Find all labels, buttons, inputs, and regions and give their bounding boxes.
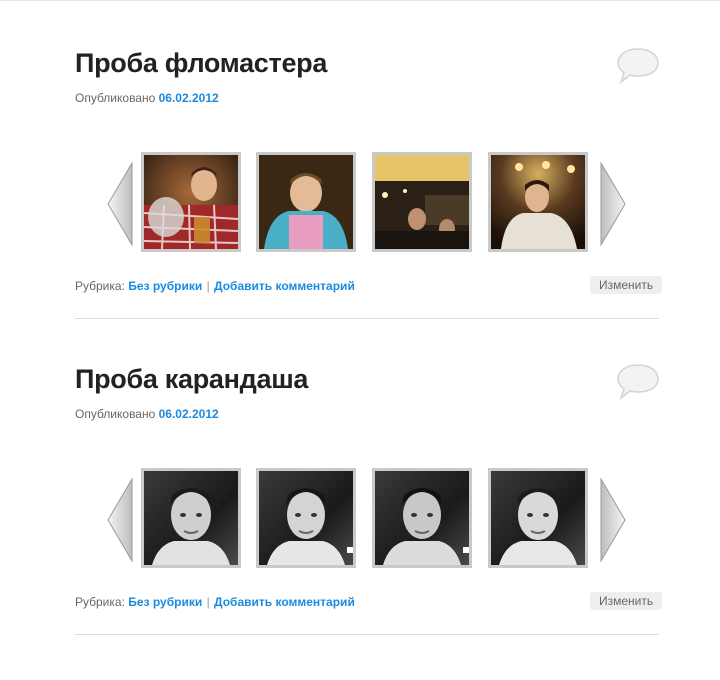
published-label: Опубликовано bbox=[75, 407, 156, 421]
category-link[interactable]: Без рубрики bbox=[128, 279, 202, 293]
gallery-thumbnail[interactable] bbox=[256, 152, 356, 252]
edit-button[interactable]: Изменить bbox=[590, 592, 663, 610]
speech-bubble-icon[interactable] bbox=[615, 362, 661, 402]
post-meta: Опубликовано 06.02.2012 bbox=[75, 407, 219, 421]
gallery-thumbnail[interactable] bbox=[372, 468, 472, 568]
add-comment-link[interactable]: Добавить комментарий bbox=[214, 279, 355, 293]
post-divider bbox=[75, 318, 659, 319]
gallery-thumbnail[interactable] bbox=[141, 152, 241, 252]
top-border bbox=[0, 0, 720, 1]
left-arrow-icon[interactable] bbox=[107, 162, 133, 246]
post-title[interactable]: Проба карандаша bbox=[75, 363, 308, 395]
separator: | bbox=[206, 595, 210, 609]
post-footer: Рубрика: Без рубрики | Добавить коммента… bbox=[75, 279, 355, 293]
published-label: Опубликовано bbox=[75, 91, 156, 105]
category-label: Рубрика: bbox=[75, 595, 125, 609]
post-footer: Рубрика: Без рубрики | Добавить коммента… bbox=[75, 595, 355, 609]
gallery-thumbnail[interactable] bbox=[256, 468, 356, 568]
separator: | bbox=[206, 279, 210, 293]
post-date-link[interactable]: 06.02.2012 bbox=[159, 91, 219, 105]
gallery-thumbnail[interactable] bbox=[488, 152, 588, 252]
left-arrow-icon[interactable] bbox=[107, 478, 133, 562]
right-arrow-icon[interactable] bbox=[600, 478, 626, 562]
right-arrow-icon[interactable] bbox=[600, 162, 626, 246]
speech-bubble-icon[interactable] bbox=[615, 46, 661, 86]
gallery-thumbnail[interactable] bbox=[372, 152, 472, 252]
category-link[interactable]: Без рубрики bbox=[128, 595, 202, 609]
post-title[interactable]: Проба фломастера bbox=[75, 47, 327, 79]
add-comment-link[interactable]: Добавить комментарий bbox=[214, 595, 355, 609]
gallery-thumbnail[interactable] bbox=[488, 468, 588, 568]
post-meta: Опубликовано 06.02.2012 bbox=[75, 91, 219, 105]
gallery-thumbnail[interactable] bbox=[141, 468, 241, 568]
post-divider bbox=[75, 634, 659, 635]
category-label: Рубрика: bbox=[75, 279, 125, 293]
post-date-link[interactable]: 06.02.2012 bbox=[159, 407, 219, 421]
edit-button[interactable]: Изменить bbox=[590, 276, 663, 294]
